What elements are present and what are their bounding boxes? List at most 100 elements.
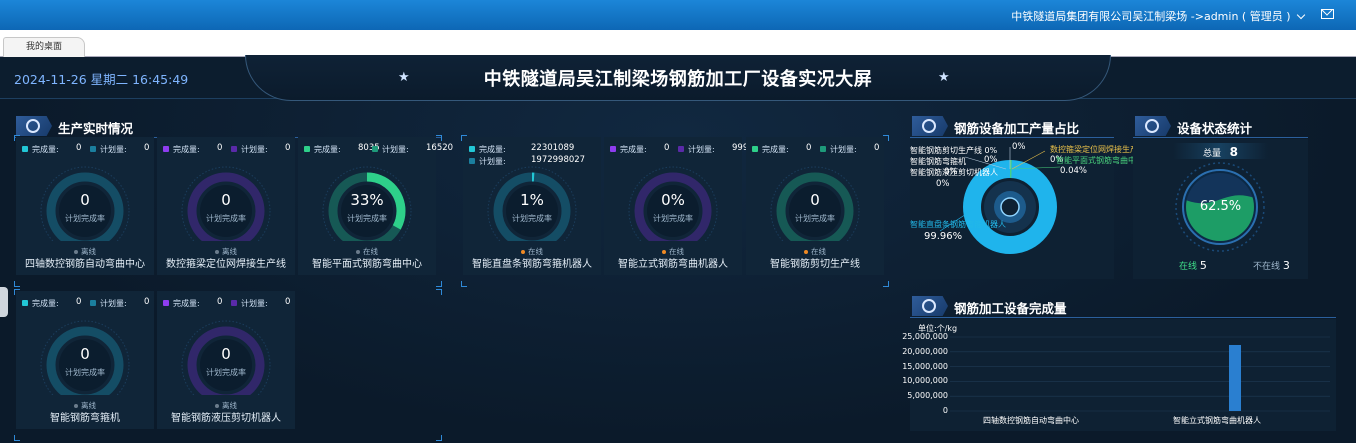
pie-label-value: 0% [936, 179, 950, 189]
frame-corner [461, 135, 467, 141]
pie-label-value: 0.04% [1060, 166, 1088, 176]
rate-value: 0 [810, 191, 820, 209]
ratio-panel: 智能钢筋剪切生产线 0% 0% 智能钢筋弯箍机 0% 智能钢筋液压剪切机器人 0… [910, 139, 1146, 279]
device-card[interactable]: 完成量: 0 计划量: 9990 0% 计划完成率 在线 智能立式钢筋弯曲机器人 [604, 137, 754, 275]
rate-value: 0 [80, 191, 90, 209]
device-card[interactable]: 完成量: 8035 计划量: 16520 33% 计划完成率 在线 智能平面式钢… [298, 137, 453, 275]
plan-legend: 计划量: [372, 144, 409, 155]
frame-corner [436, 135, 442, 141]
frame-corner [14, 289, 20, 295]
plan-legend: 计划量: [90, 298, 127, 309]
tab-bar: 我的桌面 [0, 30, 1356, 57]
status-panel: 总量 8 62.5% 在线 5 不在线 3 [1133, 139, 1308, 279]
x-tick-label: 四轴数控钢筋自动弯曲中心 [983, 416, 1079, 425]
rate-value: 33% [350, 191, 384, 209]
device-name: 数控箍梁定位网焊接生产线 [166, 259, 286, 270]
pie-label: 数控箍梁定位网焊接生产线 [1050, 145, 1146, 154]
done-legend: 完成量: [469, 144, 506, 155]
plan-legend: 计划量: [678, 144, 715, 155]
done-legend: 完成量: [304, 144, 341, 155]
status-indicator: 离线 [157, 400, 295, 411]
status-gauge [1175, 162, 1265, 252]
ratio-title-text: 钢筋设备加工产量占比 [954, 121, 1080, 136]
device-name: 智能钢筋弯箍机 [50, 413, 120, 424]
done-value: 0 [664, 143, 670, 153]
plan-value: 0 [144, 143, 150, 153]
frame-corner [436, 289, 442, 295]
rate-value: 0 [221, 345, 231, 363]
offline-label: 不在线 3 [1253, 259, 1290, 272]
production-title: 生产实时情况 [14, 115, 444, 137]
rate-label: 计划完成率 [512, 214, 552, 223]
frame-corner [14, 281, 20, 287]
pie-label-value: 0% [1012, 142, 1026, 152]
frame-corner [436, 281, 442, 287]
monitor-icon [1135, 116, 1171, 136]
done-value: 0 [806, 143, 812, 153]
top-bar: 中铁隧道局集团有限公司吴江制梁场 ->admin ( 管理员 ) [0, 0, 1356, 30]
device-card[interactable]: 完成量: 0 计划量: 0 0 计划完成率 离线 四轴数控钢筋自动弯曲中心 [16, 137, 154, 275]
x-axis: 四轴数控钢筋自动弯曲中心 智能立式钢筋弯曲机器人 [910, 415, 1336, 427]
device-name: 智能直盘条钢筋弯箍机器人 [472, 259, 592, 270]
done-legend: 完成量: [163, 298, 200, 309]
status-indicator: 离线 [16, 246, 154, 257]
plan-value: 16520 [426, 143, 454, 153]
done-value: 0 [217, 297, 223, 307]
sidebar-toggle[interactable] [0, 287, 8, 317]
star-icon: ★ [938, 70, 950, 85]
total-display: 总量 8 [1203, 145, 1238, 159]
plan-value: 0 [285, 143, 291, 153]
done-legend: 完成量: [22, 298, 59, 309]
device-name: 四轴数控钢筋自动弯曲中心 [25, 259, 145, 270]
done-value: 0 [217, 143, 223, 153]
rate-value: 0% [661, 191, 685, 209]
completed-title-text: 钢筋加工设备完成量 [954, 301, 1067, 316]
dashboard-header: 2024-11-26 星期二 16:45:49 中铁隧道局吴江制梁场钢筋加工厂设… [0, 55, 1356, 101]
frame-corner [14, 135, 20, 141]
plan-legend: 计划量: [231, 144, 268, 155]
server-icon [912, 296, 948, 316]
device-card[interactable]: 完成量: 0 计划量: 0 0 计划完成率 在线 智能钢筋剪切生产线 [746, 137, 884, 275]
pie-label-value: 0% [944, 167, 958, 177]
status-indicator: 在线 [463, 246, 601, 257]
bar[interactable] [1229, 344, 1241, 411]
rate-label: 计划完成率 [347, 214, 387, 223]
divider [910, 317, 1336, 318]
device-card[interactable]: 完成量: 0 计划量: 0 0 计划完成率 离线 数控箍梁定位网焊接生产线 [157, 137, 295, 275]
completed-title: 钢筋加工设备完成量 [910, 295, 1336, 317]
rate-label: 计划完成率 [206, 368, 246, 377]
frame-corner [883, 135, 889, 141]
plan-legend: 计划量: [820, 144, 857, 155]
rate-value: 1% [520, 191, 544, 209]
device-card[interactable]: 完成量: 0 计划量: 0 0 计划完成率 离线 智能钢筋液压剪切机器人 [157, 291, 295, 429]
rate-value: 0 [221, 191, 231, 209]
pie-label-value: 0% [984, 155, 998, 165]
tab-my-desktop[interactable]: 我的桌面 [3, 37, 85, 57]
user-menu[interactable]: 中铁隧道局集团有限公司吴江制梁场 ->admin ( 管理员 ) [1011, 8, 1306, 24]
mail-icon[interactable] [1321, 9, 1334, 19]
user-name: 中铁隧道局集团有限公司吴江制梁场 ->admin ( 管理员 ) [1011, 10, 1291, 23]
plan-legend: 计划量: [231, 298, 268, 309]
done-legend: 完成量: [163, 144, 200, 155]
plan-value: 0 [285, 297, 291, 307]
done-value: 0 [76, 297, 82, 307]
frame-corner [436, 435, 442, 441]
done-legend: 完成量: [752, 144, 789, 155]
star-icon: ★ [398, 70, 410, 85]
rate-label: 计划完成率 [795, 214, 835, 223]
device-card[interactable]: 完成量: 0 计划量: 0 0 计划完成率 离线 智能钢筋弯箍机 [16, 291, 154, 429]
done-value: 22301089 [531, 143, 575, 153]
rate-label: 计划完成率 [65, 214, 105, 223]
rate-label: 计划完成率 [653, 214, 693, 223]
dashboard-screen: 2024-11-26 星期二 16:45:49 中铁隧道局吴江制梁场钢筋加工厂设… [0, 55, 1356, 443]
online-label: 在线 5 [1179, 259, 1207, 272]
frame-corner [14, 435, 20, 441]
done-value: 0 [76, 143, 82, 153]
status-title-text: 设备状态统计 [1177, 121, 1253, 136]
status-indicator: 离线 [157, 246, 295, 257]
page-title: 中铁隧道局吴江制梁场钢筋加工厂设备实况大屏 [483, 69, 873, 90]
status-indicator: 在线 [746, 246, 884, 257]
rate-value: 0 [80, 345, 90, 363]
device-card[interactable]: 完成量: 22301089 计划量: 1972998027 1% 计划完成率 在… [463, 137, 601, 275]
done-legend: 完成量: [22, 144, 59, 155]
